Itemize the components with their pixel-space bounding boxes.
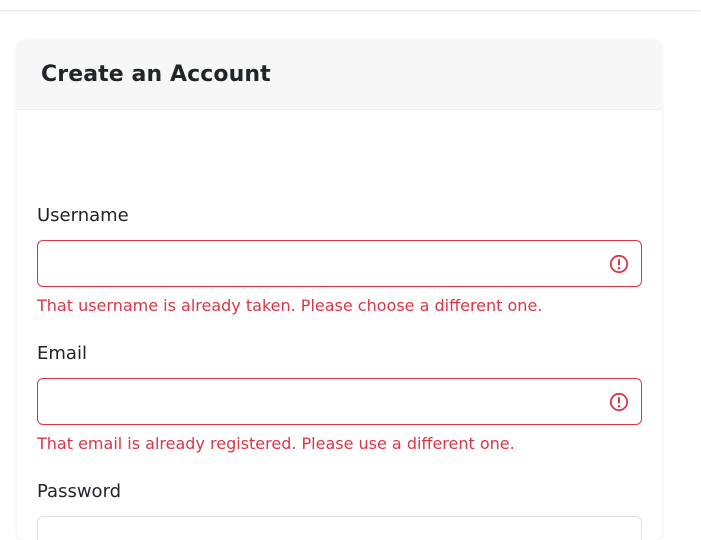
email-label: Email	[37, 343, 87, 364]
password-field	[37, 516, 642, 540]
username-error-icon	[609, 254, 629, 273]
username-error-message: That username is already taken. Please c…	[37, 296, 543, 315]
top-navbar	[0, 0, 701, 11]
username-input[interactable]	[38, 241, 641, 286]
password-input[interactable]	[38, 517, 641, 540]
card-title: Create an Account	[41, 62, 271, 87]
create-account-card: Create an Account Username That username…	[17, 40, 662, 540]
email-error-message: That email is already registered. Please…	[37, 434, 515, 453]
email-error-icon	[609, 392, 629, 411]
username-label: Username	[37, 205, 129, 226]
email-input[interactable]	[38, 379, 641, 424]
password-label: Password	[37, 481, 122, 502]
username-field	[37, 240, 642, 287]
card-header: Create an Account	[17, 40, 662, 110]
email-field	[37, 378, 642, 425]
